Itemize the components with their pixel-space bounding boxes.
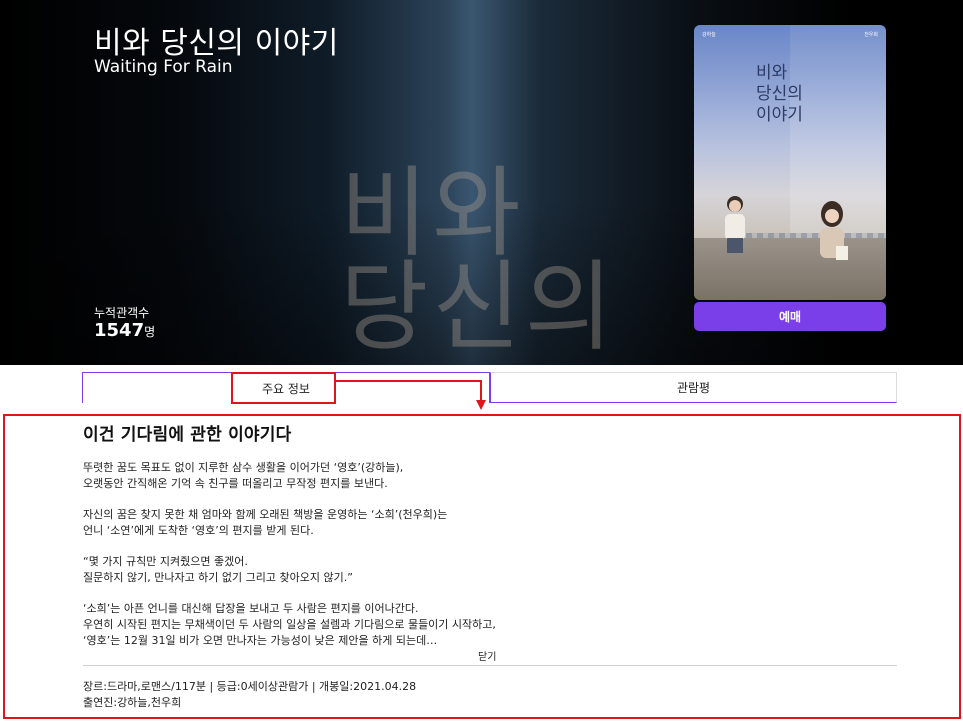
annotation-highlight-tab (231, 372, 336, 404)
poster-figure-woman (820, 201, 848, 260)
background-lettering-line: 당신의 (340, 249, 617, 365)
synopsis-paragraph: “몇 가지 규칙만 지켜줬으면 좋겠어. 질문하지 않기, 만나자고 하기 없기… (83, 554, 897, 586)
synopsis-line: 언니 ‘소연’에게 도착한 ‘영호’의 편지를 받게 된다. (83, 524, 314, 537)
synopsis-line: “몇 가지 규칙만 지켜줬으면 좋겠어. (83, 555, 248, 568)
movie-title-korean: 비와 당신의 이야기 (94, 26, 339, 61)
background-lettering-line: 비와 (340, 155, 525, 271)
synopsis-line: 뚜렷한 꿈도 목표도 없이 지루한 삼수 생활을 이어가던 ‘영호’(강하늘), (83, 461, 404, 474)
audience-label: 누적관객수 (94, 306, 150, 320)
synopsis-line: 질문하지 않기, 만나자고 하기 없기 그리고 찾아오지 않기.” (83, 571, 353, 584)
tab-reviews[interactable]: 관람평 (490, 372, 897, 403)
audience-count: 1547명 (94, 320, 155, 341)
divider (83, 665, 897, 666)
audience-count-unit: 명 (144, 325, 156, 339)
poster-title-line: 당신의 (756, 84, 803, 104)
movie-meta-cast: 출연진:강하늘,천우희 (83, 696, 182, 709)
poster-title: 비와 당신의 이야기 (756, 63, 836, 126)
movie-poster[interactable]: 강하늘 천우희 비와 당신의 이야기 (694, 25, 886, 300)
synopsis-paragraph: ‘소희’는 아픈 언니를 대신해 답장을 보내고 두 사람은 편지를 이어나간다… (83, 601, 897, 649)
synopsis-line: 오랫동안 간직해온 기억 속 친구를 떠올리고 무작정 편지를 보낸다. (83, 477, 388, 490)
poster-title-line: 비와 (756, 63, 788, 83)
synopsis-paragraph: 뚜렷한 꿈도 목표도 없이 지루한 삼수 생활을 이어가던 ‘영호’(강하늘),… (83, 460, 897, 492)
synopsis-paragraph: 자신의 꿈은 찾지 못한 채 엄마와 함께 오래된 책방을 운영하는 ‘소희’(… (83, 507, 897, 539)
book-ticket-button[interactable]: 예매 (694, 302, 886, 331)
synopsis-line: 자신의 꿈은 찾지 못한 채 엄마와 함께 오래된 책방을 운영하는 ‘소희’(… (83, 508, 448, 521)
main-info-panel: 이건 기다림에 관한 이야기다 뚜렷한 꿈도 목표도 없이 지루한 삼수 생활을… (83, 420, 897, 649)
poster-cast-left: 강하늘 (702, 32, 716, 38)
synopsis-headline: 이건 기다림에 관한 이야기다 (83, 425, 292, 445)
audience-count-number: 1547 (94, 320, 145, 341)
synopsis-line: ‘소희’는 아픈 언니를 대신해 답장을 보내고 두 사람은 편지를 이어나간다… (83, 602, 419, 615)
close-synopsis-link[interactable]: 닫기 (478, 648, 496, 663)
poster-figure-man (725, 196, 745, 253)
movie-meta-genre-rating-release: 장르:드라마,로맨스/117분 | 등급:0세이상관람가 | 개봉일:2021.… (83, 680, 417, 693)
hero-banner: 비와 당신의 비와 당신의 이야기 Waiting For Rain 누적관객수… (0, 0, 963, 365)
background-title-lettering: 비와 당신의 (340, 155, 670, 365)
synopsis-line: 우연히 시작된 편지는 무채색이던 두 사람의 일상을 설렘과 기다림으로 물들… (83, 618, 496, 631)
movie-meta-info: 장르:드라마,로맨스/117분 | 등급:0세이상관람가 | 개봉일:2021.… (83, 679, 416, 711)
movie-title-english: Waiting For Rain (94, 57, 233, 77)
annotation-arrow-icon (334, 380, 486, 410)
synopsis-line: ‘영호’는 12월 31일 비가 오면 만나자는 가능성이 낮은 제안을 하게 … (83, 634, 438, 647)
poster-title-line: 이야기 (756, 105, 803, 125)
poster-cast-right: 천우희 (864, 32, 878, 38)
